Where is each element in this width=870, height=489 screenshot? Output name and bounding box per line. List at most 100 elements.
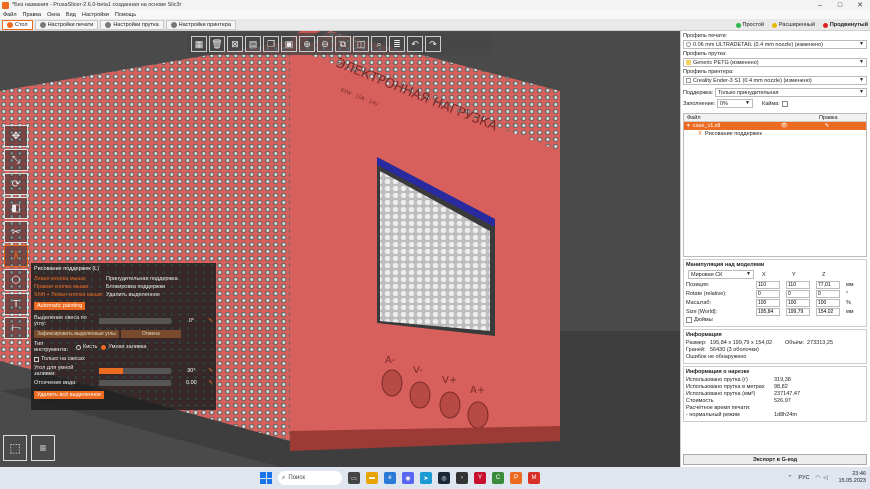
cura-icon[interactable]: C	[492, 472, 504, 484]
clear-overhangs-button[interactable]: Отмена	[120, 330, 181, 338]
print-profile-select[interactable]: 0.06 mm ULTRADETAIL (0.4 mm nozzle) (изм…	[683, 40, 867, 49]
position-z[interactable]	[816, 281, 840, 289]
3d-view-icon[interactable]: ⬚	[3, 435, 27, 461]
enforce-overhangs-button[interactable]: Зафиксировать выделенные углы	[34, 330, 119, 338]
edit-icon[interactable]: ✎	[825, 123, 830, 129]
add-icon[interactable]: ▦	[191, 36, 207, 52]
windows-start-icon[interactable]	[260, 472, 272, 484]
split-objects-icon[interactable]: ⧉	[335, 36, 351, 52]
rotate-icon[interactable]: ⟳	[4, 173, 28, 195]
maximize-icon[interactable]: □	[830, 2, 850, 9]
size-y[interactable]	[786, 308, 810, 316]
mode-expert[interactable]: Продвинутый	[822, 22, 868, 28]
object-row[interactable]: ▾ case_v1.stl 👁 ✎	[684, 122, 866, 130]
add-instance-icon[interactable]: ⊕	[299, 36, 315, 52]
rotate-y[interactable]	[786, 290, 810, 298]
edit-icon[interactable]: ✎	[208, 368, 213, 374]
menu-settings[interactable]: Настройки	[82, 12, 109, 18]
split-parts-icon[interactable]: ◫	[353, 36, 369, 52]
mode-advanced[interactable]: Расширенный	[771, 22, 815, 28]
tab-plater[interactable]: Стол	[2, 19, 33, 30]
edit-icon[interactable]: ✎	[208, 318, 213, 324]
measure-icon[interactable]: ⊢	[4, 317, 28, 339]
remove-instance-icon[interactable]: ⊖	[317, 36, 333, 52]
redo-icon[interactable]: ↷	[425, 36, 441, 52]
menu-file[interactable]: Файл	[3, 12, 17, 18]
supports-select[interactable]: Только принудительная ▼	[715, 88, 867, 97]
move-icon[interactable]: ✥	[4, 125, 28, 147]
close-icon[interactable]: ✕	[850, 1, 870, 9]
copy-icon[interactable]: ❐	[263, 36, 279, 52]
eye-icon[interactable]: 👁	[781, 123, 825, 129]
scale-y[interactable]	[786, 299, 810, 307]
menu-help[interactable]: Помощь	[115, 12, 136, 18]
automatic-painting-button[interactable]: Automatic painting	[34, 302, 86, 310]
layers-icon[interactable]: ≣	[389, 36, 405, 52]
overhang-slider[interactable]	[99, 318, 172, 324]
object-child-row[interactable]: ⊼ Рисование поддержек	[684, 130, 866, 138]
minimize-icon[interactable]: –	[810, 2, 830, 9]
menu-windows[interactable]: Окна	[47, 12, 60, 18]
telegram-icon[interactable]: ➤	[420, 472, 432, 484]
mode-simple[interactable]: Простой	[735, 22, 764, 28]
scale-icon[interactable]: ⤡	[4, 149, 28, 171]
brim-checkbox[interactable]	[781, 101, 788, 107]
file-explorer-icon[interactable]: ▬	[366, 472, 378, 484]
size-x[interactable]	[756, 308, 780, 316]
filament-profile-select[interactable]: Generic PETG (изменено) ▼	[683, 58, 867, 67]
task-view-icon[interactable]: ▭	[348, 472, 360, 484]
volume-icon[interactable]: ◁	[823, 475, 827, 481]
edit-icon[interactable]: ✎	[208, 380, 213, 386]
size-z[interactable]	[816, 308, 840, 316]
emboss-icon[interactable]: T	[4, 293, 28, 315]
supports-paint-icon[interactable]: ⊼	[4, 245, 28, 267]
arrange-icon[interactable]: ▤	[245, 36, 261, 52]
export-gcode-button[interactable]: Экспорт в G-код	[683, 454, 867, 465]
gmail-icon[interactable]: M	[528, 472, 540, 484]
tab-print-settings[interactable]: Настройки печати	[34, 19, 99, 30]
wifi-icon[interactable]: ◠	[815, 475, 820, 481]
clock[interactable]: 23:46 15.05.2023	[838, 471, 866, 485]
undo-icon[interactable]: ↶	[407, 36, 423, 52]
delete-icon[interactable]: 🗑	[209, 36, 225, 52]
position-x[interactable]	[756, 281, 780, 289]
scale-x[interactable]	[756, 299, 780, 307]
clip-slider[interactable]	[99, 380, 172, 386]
printer-profile-select[interactable]: Creality Ender-3 S1 (0.4 mm nozzle) (изм…	[683, 76, 867, 85]
language-indicator[interactable]: РУС	[798, 475, 809, 481]
chevron-down-icon[interactable]: ▾	[687, 123, 690, 129]
3d-viewport[interactable]: ЭЛЕКТРОННАЯ НАГРУЗКА 40W · 10A · 24V A- …	[0, 31, 680, 467]
chevron-up-icon[interactable]: ⌃	[788, 475, 793, 481]
tab-printer-settings[interactable]: Настройки принтера	[165, 19, 236, 30]
menu-edit[interactable]: Правка	[23, 12, 42, 18]
smart-fill-radio[interactable]	[101, 344, 107, 350]
inches-checkbox[interactable]	[686, 317, 692, 323]
filament-color-swatch[interactable]	[686, 60, 691, 65]
delete-all-icon[interactable]: ⊠	[227, 36, 243, 52]
cut-icon[interactable]: ✂	[4, 221, 28, 243]
place-on-face-icon[interactable]: ◧	[4, 197, 28, 219]
search-icon[interactable]: ⌕	[371, 36, 387, 52]
position-y[interactable]	[786, 281, 810, 289]
remove-all-button[interactable]: Удалить всё выделенное	[34, 391, 105, 399]
terminal-icon[interactable]: ›	[456, 472, 468, 484]
scale-z[interactable]	[816, 299, 840, 307]
brush-radio[interactable]	[76, 344, 81, 350]
paste-icon[interactable]: ▣	[281, 36, 297, 52]
preview-icon[interactable]: ≡	[31, 435, 55, 461]
taskbar-search[interactable]: ⌕ Поиск	[278, 471, 342, 485]
only-overhangs-checkbox[interactable]	[34, 356, 39, 362]
seam-paint-icon[interactable]: ⬡	[4, 269, 28, 291]
yandex-icon[interactable]: Y	[474, 472, 486, 484]
infill-select[interactable]: 0% ▼	[717, 99, 753, 108]
rotate-x[interactable]	[756, 290, 780, 298]
steam-icon[interactable]: ◎	[438, 472, 450, 484]
menu-view[interactable]: Вид	[66, 12, 76, 18]
smart-angle-slider[interactable]	[99, 368, 172, 374]
rotate-z[interactable]	[816, 290, 840, 298]
prusaslicer-taskbar-icon[interactable]: P	[510, 472, 522, 484]
edge-icon[interactable]: e	[384, 472, 396, 484]
coord-system-select[interactable]: Мировая СК ▼	[688, 270, 754, 279]
discord-icon[interactable]: ◉	[402, 472, 414, 484]
tab-filament-settings[interactable]: Настройки прутка	[100, 19, 164, 30]
